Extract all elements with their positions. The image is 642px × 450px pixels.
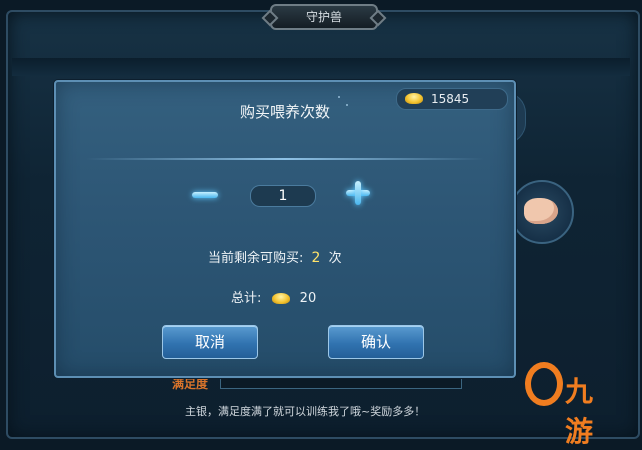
- gold-ingot-icon: [271, 293, 290, 304]
- remaining-suffix: 次: [328, 251, 342, 266]
- cancel-button[interactable]: 取消: [162, 325, 258, 359]
- confirm-button[interactable]: 确认: [328, 325, 424, 359]
- watermark-text: 九游: [565, 375, 593, 448]
- pet-hint-text: 主银，满足度满了就可以训练我了哦~奖励多多！: [185, 405, 426, 418]
- remaining-purchases: 当前剩余可购买: 2 次: [208, 247, 342, 266]
- background-header-band: [12, 58, 630, 76]
- hand-icon: [524, 198, 558, 224]
- sparkle-decoration: [338, 96, 340, 98]
- purchase-feed-dialog: 购买喂养次数 15845 1 当前剩余可购买: 2 次 总计: 20 取消 确认: [54, 80, 516, 378]
- feed-hand-button[interactable]: [510, 180, 574, 244]
- gold-ingot-icon: [405, 93, 423, 104]
- remaining-count: 2: [311, 250, 321, 266]
- total-cost-value: 20: [299, 291, 317, 306]
- total-label: 总计:: [231, 291, 262, 306]
- increase-quantity-button[interactable]: [346, 181, 370, 205]
- quantity-field[interactable]: 1: [250, 185, 316, 207]
- total-cost: 总计: 20: [231, 287, 316, 306]
- nine-game-icon: [525, 362, 563, 406]
- gold-balance-value: 15845: [431, 92, 470, 106]
- gold-balance: 15845: [396, 88, 508, 110]
- remaining-prefix: 当前剩余可购买:: [208, 251, 304, 266]
- background-window-title: 守护兽: [270, 4, 378, 30]
- divider: [86, 158, 484, 160]
- decrease-quantity-button[interactable]: [192, 192, 218, 198]
